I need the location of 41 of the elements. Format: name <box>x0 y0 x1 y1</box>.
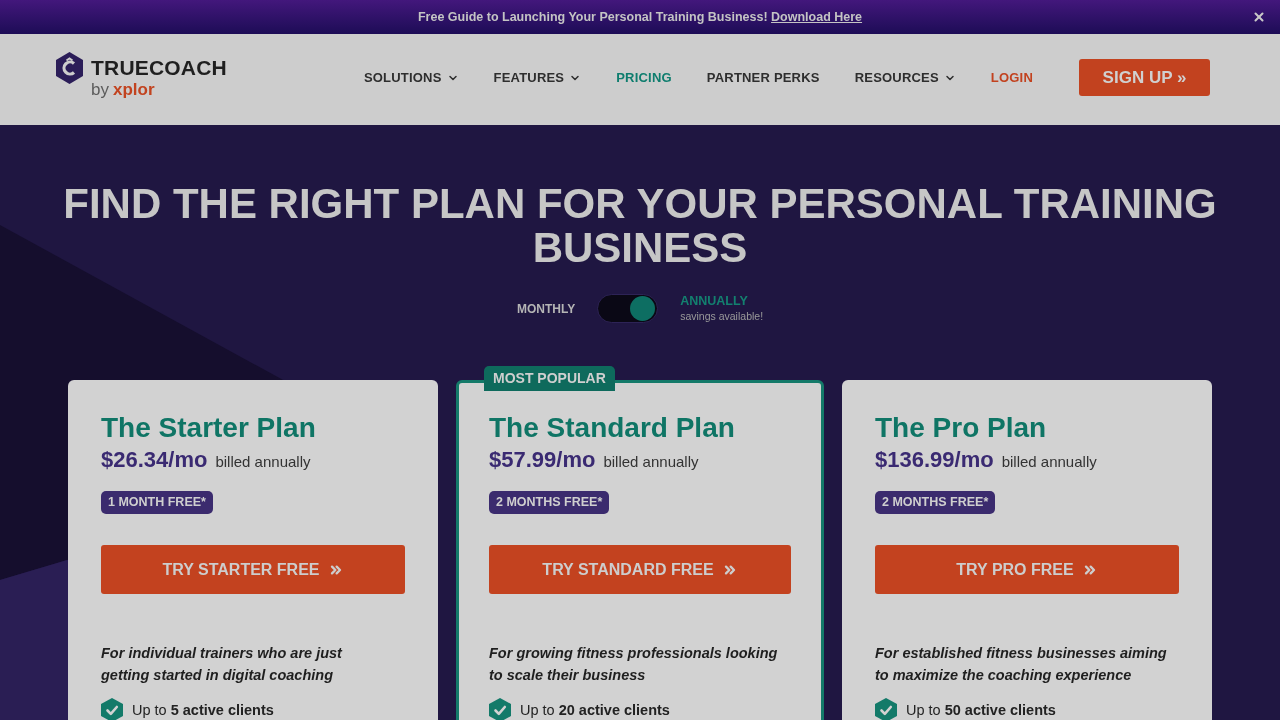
page-headline: FIND THE RIGHT PLAN FOR YOUR PERSONAL TRAINING BUSINESS <box>62 182 1218 270</box>
plan-price: $57.99/mo <box>489 446 596 474</box>
plan-price: $136.99/mo <box>875 446 994 474</box>
most-popular-ribbon: MOST POPULAR <box>484 366 615 391</box>
feature-text: Up to 5 active clients <box>132 701 274 720</box>
billing-period-text: billed annually <box>215 452 311 472</box>
savings-note: savings available! <box>680 309 764 323</box>
plan-description: For established fitness businesses aiming to maximize the coaching experience <box>875 644 1168 685</box>
nav-link[interactable]: LOGIN <box>990 67 1033 88</box>
free-months-badge: 1 MONTH FREE* <box>101 491 213 514</box>
plan-description: For individual trainers who are just getting started in digital coaching <box>101 644 344 685</box>
plan-description: For growing fitness professionals looking to scale their business <box>489 644 779 685</box>
hexagon-logo-icon <box>56 51 83 84</box>
announcement-text: Free Guide to Launching Your Personal Training Business! Download Here <box>417 8 863 26</box>
logo-wordmark: TRUECOACH <box>91 55 227 80</box>
free-months-badge: 2 MONTHS FREE* <box>489 491 610 514</box>
close-icon <box>1252 10 1266 24</box>
sign-up-button[interactable]: SIGN UP » <box>1079 59 1210 96</box>
nav-link[interactable]: PRICING <box>616 67 672 88</box>
billing-toggle[interactable] <box>597 294 659 323</box>
nav-dropdown[interactable]: RESOURCES <box>854 67 956 88</box>
free-trial-button[interactable]: TRY PRO FREE <box>875 545 1179 594</box>
free-trial-button[interactable]: TRY STANDARD FREE <box>489 545 791 594</box>
download-link[interactable]: Download Here <box>771 9 863 24</box>
plan-title: The Pro Plan <box>875 411 1048 445</box>
billing-period-text: billed annually <box>603 452 699 472</box>
plan-title: The Starter Plan <box>101 411 317 445</box>
billing-period-text: billed annually <box>1001 452 1097 472</box>
nav-dropdown[interactable]: FEATURES <box>493 67 582 88</box>
nav-link[interactable]: PARTNER PERKS <box>706 67 820 88</box>
feature-text: Up to 50 active clients <box>906 701 1056 720</box>
monthly-label: MONTHLY <box>516 300 576 318</box>
partner-brand-text: xplor <box>112 79 155 100</box>
feature-text: Up to 20 active clients <box>520 701 670 720</box>
nav-dropdown[interactable]: SOLUTIONS <box>363 67 459 88</box>
plan-price: $26.34/mo <box>101 446 208 474</box>
plan-title: The Standard Plan <box>489 411 736 445</box>
close-button[interactable] <box>1252 10 1266 24</box>
free-months-badge: 2 MONTHS FREE* <box>875 491 996 514</box>
annually-label: ANNUALLY <box>680 294 749 309</box>
logo-by-text: by <box>91 79 109 100</box>
